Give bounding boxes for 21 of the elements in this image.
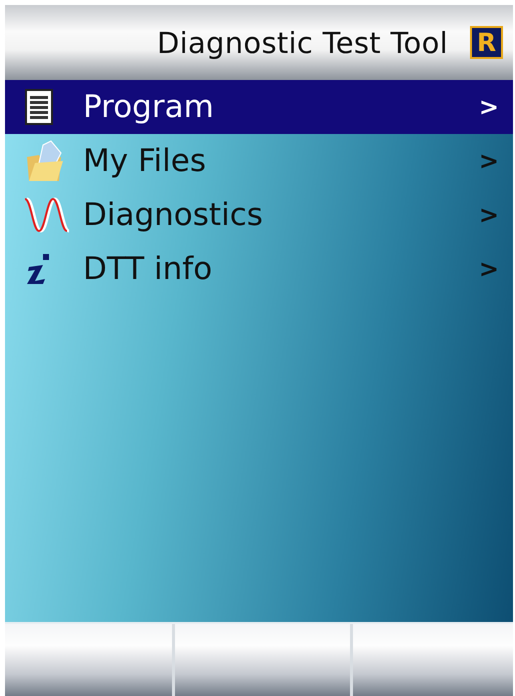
- menu-item[interactable]: DTT info >: [5, 242, 513, 296]
- softkey[interactable]: [175, 624, 350, 696]
- menu-item[interactable]: Program >: [5, 80, 513, 134]
- document-icon: [25, 89, 53, 125]
- submenu-arrow: >: [478, 201, 499, 229]
- menu-item-label: My Files: [83, 143, 207, 179]
- softkey[interactable]: [5, 624, 172, 696]
- folder-icon: [25, 139, 65, 183]
- menu-item-label: Program: [83, 89, 215, 125]
- menu-item[interactable]: My Files >: [5, 134, 513, 188]
- app-title: Diagnostic Test Tool: [156, 26, 448, 60]
- submenu-arrow: >: [478, 255, 499, 283]
- menu-item-label: Diagnostics: [83, 197, 264, 233]
- submenu-arrow: >: [478, 93, 499, 121]
- logo: R: [470, 26, 503, 59]
- waveform-icon: [25, 195, 71, 235]
- submenu-arrow: >: [478, 147, 499, 175]
- info-icon: [25, 253, 51, 285]
- menu-item[interactable]: Diagnostics >: [5, 188, 513, 242]
- menu-item-label: DTT info: [83, 251, 214, 287]
- softkey[interactable]: [353, 624, 513, 696]
